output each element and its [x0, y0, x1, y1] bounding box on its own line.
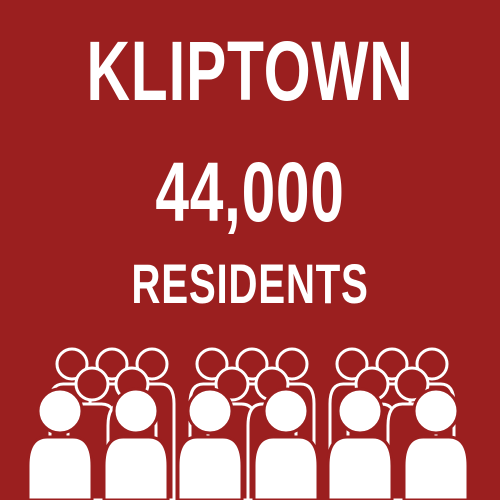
- person-front-4: [252, 387, 320, 500]
- resident-label: RESIDENTS: [131, 252, 369, 315]
- person-front-5: [326, 387, 394, 500]
- infographic-card: KLIPTOWN 44,000 RESIDENTS: [0, 0, 500, 500]
- place-title: KLIPTOWN: [86, 24, 414, 118]
- crowd-icon: [26, 347, 470, 500]
- person-front-2: [102, 387, 170, 500]
- person-front-6: [402, 387, 470, 500]
- resident-count: 44,000: [155, 145, 345, 239]
- person-front-1: [26, 387, 94, 500]
- crowd-people: [26, 347, 470, 500]
- person-front-3: [176, 387, 244, 500]
